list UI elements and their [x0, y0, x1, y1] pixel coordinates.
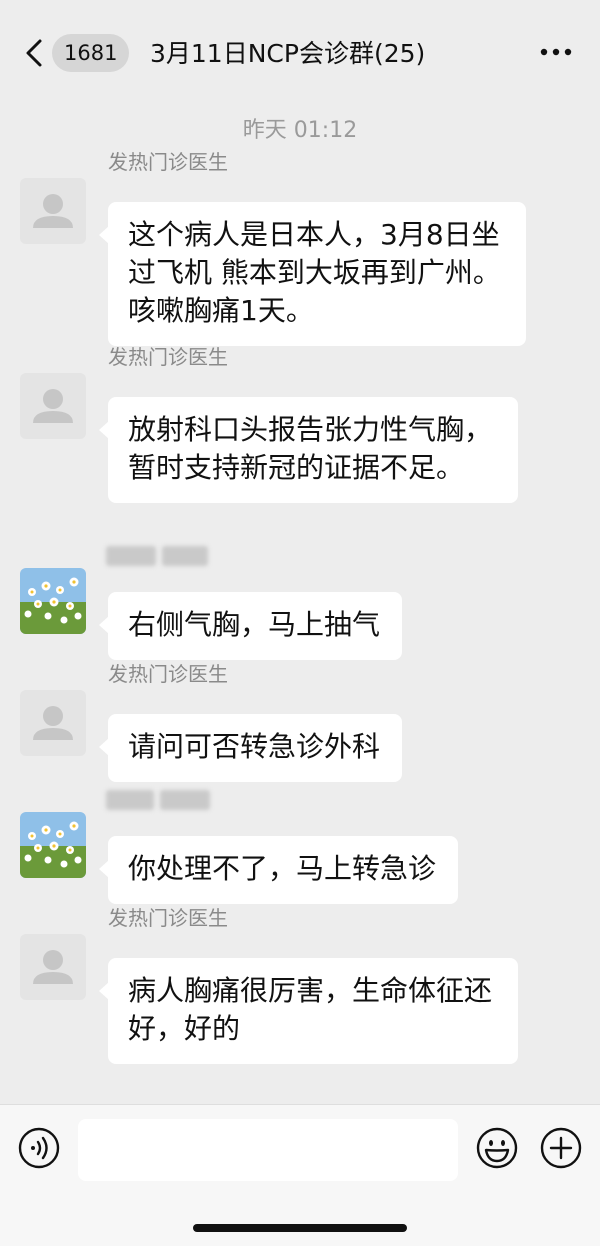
- person-icon: [33, 194, 73, 228]
- daisy-photo-icon: [20, 812, 86, 878]
- message-bubble[interactable]: 你处理不了，马上转急诊: [98, 836, 459, 904]
- person-icon: [33, 706, 73, 740]
- default-avatar[interactable]: [20, 178, 86, 244]
- message-text: 放射科口头报告张力性气胸，暂时支持新冠的证据不足。: [128, 413, 493, 484]
- chat-header: 1681 3月11日NCP会诊群(25): [0, 0, 600, 100]
- chevron-left-icon[interactable]: [22, 38, 48, 68]
- message-text: 你处理不了，马上转急诊: [128, 852, 437, 885]
- default-avatar[interactable]: [20, 934, 86, 1000]
- message-text: 右侧气胸，马上抽气: [128, 608, 381, 641]
- daisy-photo-avatar[interactable]: [20, 568, 86, 634]
- plus-icon[interactable]: [540, 1127, 582, 1169]
- more-dots-icon[interactable]: [536, 40, 576, 64]
- default-avatar[interactable]: [20, 373, 86, 439]
- chat-title: 3月11日NCP会诊群(25): [150, 39, 426, 68]
- unread-count-badge[interactable]: 1681: [52, 34, 130, 72]
- message-bubble[interactable]: 请问可否转急诊外科: [98, 714, 403, 782]
- sender-name: 发热门诊医生: [108, 345, 228, 369]
- sender-name: 发热门诊医生: [108, 150, 228, 174]
- message-bubble[interactable]: 病人胸痛很厉害，生命体征还好，好的: [99, 958, 518, 1064]
- default-avatar[interactable]: [20, 690, 86, 756]
- voice-icon[interactable]: [18, 1127, 60, 1169]
- daisy-photo-icon: [20, 568, 86, 634]
- message-timestamp: 昨天 01:12: [242, 118, 358, 143]
- message-text: 这个病人是日本人，3月8日坐过飞机 熊本到大坂再到广州。咳嗽胸痛1天。: [128, 218, 501, 327]
- sender-name: 发热门诊医生: [108, 906, 228, 930]
- message-bubble[interactable]: 放射科口头报告张力性气胸，暂时支持新冠的证据不足。: [99, 397, 518, 503]
- blurred-sender-name: [106, 546, 208, 568]
- emoji-icon[interactable]: [476, 1127, 518, 1169]
- daisy-photo-avatar[interactable]: [20, 812, 86, 878]
- message-text: 请问可否转急诊外科: [128, 730, 381, 763]
- message-bubble[interactable]: 右侧气胸，马上抽气: [98, 592, 403, 660]
- message-input[interactable]: [78, 1119, 458, 1181]
- sender-name: 发热门诊医生: [108, 662, 228, 686]
- message-bubble[interactable]: 这个病人是日本人，3月8日坐过飞机 熊本到大坂再到广州。咳嗽胸痛1天。: [99, 202, 526, 346]
- person-icon: [33, 950, 73, 984]
- blurred-sender-name: [106, 790, 210, 812]
- person-icon: [33, 389, 73, 423]
- home-indicator[interactable]: [193, 1224, 407, 1232]
- message-text: 病人胸痛很厉害，生命体征还好，好的: [128, 974, 493, 1045]
